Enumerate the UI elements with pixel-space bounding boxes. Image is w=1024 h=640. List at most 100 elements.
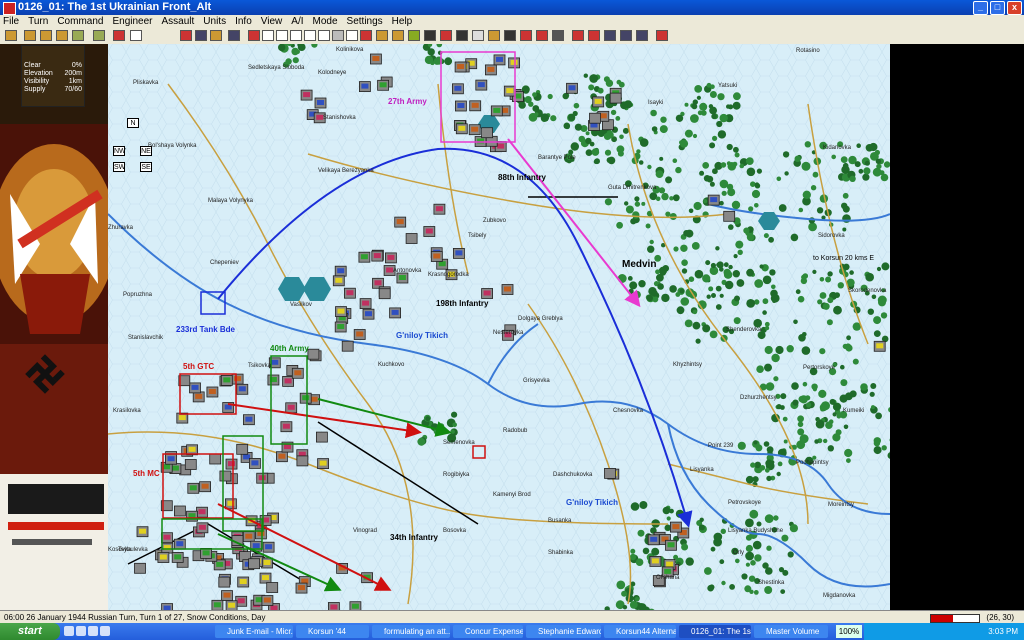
- unit-counter[interactable]: [430, 251, 443, 262]
- toolbar-button-icon[interactable]: [332, 30, 344, 41]
- game-map[interactable]: Sedletskaya Sloboda Pliskavka Stanishovka B…: [107, 32, 898, 626]
- unit-counter[interactable]: [209, 453, 222, 465]
- unit-counter[interactable]: [236, 443, 249, 455]
- unit-counter[interactable]: [300, 89, 313, 101]
- unit-counter[interactable]: [275, 451, 288, 463]
- unit-counter[interactable]: [295, 582, 308, 594]
- unit-counter[interactable]: [237, 576, 250, 588]
- unit-counter[interactable]: [592, 96, 605, 108]
- unit-counter[interactable]: [189, 382, 201, 394]
- unit-counter[interactable]: [484, 64, 497, 76]
- app-icon[interactable]: [3, 2, 16, 15]
- unit-counter[interactable]: [200, 547, 212, 559]
- unit-counter[interactable]: [358, 81, 371, 92]
- unit-counter[interactable]: [161, 542, 174, 554]
- menu-mode[interactable]: Mode: [313, 15, 338, 28]
- unit-counter[interactable]: [171, 551, 184, 563]
- toolbar-button-icon[interactable]: [72, 30, 84, 41]
- menu-engineer[interactable]: Engineer: [112, 15, 152, 28]
- unit-counter[interactable]: [262, 541, 275, 553]
- unit-counter[interactable]: [199, 481, 211, 493]
- unit-counter[interactable]: [332, 275, 345, 287]
- unit-counter[interactable]: [173, 538, 186, 550]
- toolbar-button-icon[interactable]: [24, 30, 36, 41]
- unit-counter[interactable]: [314, 97, 327, 109]
- unit-counter[interactable]: [508, 57, 521, 69]
- task-game-active[interactable]: 0126_01: The 1st...: [679, 625, 751, 638]
- toolbar-button-icon[interactable]: [376, 30, 388, 41]
- unit-counter[interactable]: [665, 539, 677, 551]
- unit-counter[interactable]: [423, 226, 436, 237]
- menu-command[interactable]: Command: [57, 15, 103, 28]
- unit-counter[interactable]: [389, 307, 402, 319]
- unit-counter[interactable]: [157, 552, 170, 563]
- toolbar-button-icon[interactable]: [440, 30, 452, 41]
- task-formulating[interactable]: formulating an att...: [372, 625, 450, 638]
- quick-launch-icon[interactable]: [100, 626, 110, 636]
- unit-counter[interactable]: [454, 100, 467, 112]
- unit-counter[interactable]: [503, 85, 516, 97]
- menu-assault[interactable]: Assault: [162, 15, 195, 28]
- toolbar-button-icon[interactable]: [130, 30, 142, 41]
- unit-counter[interactable]: [501, 284, 514, 295]
- menu-units[interactable]: Units: [203, 15, 226, 28]
- unit-counter[interactable]: [378, 288, 391, 300]
- start-button[interactable]: start: [0, 623, 60, 640]
- toolbar-button-icon[interactable]: [392, 30, 404, 41]
- toolbar-button-icon[interactable]: [552, 30, 564, 41]
- unit-counter[interactable]: [455, 123, 468, 135]
- unit-counter[interactable]: [291, 367, 304, 379]
- toolbar-button-icon[interactable]: [656, 30, 668, 41]
- unit-counter[interactable]: [670, 521, 682, 533]
- quick-launch-icon[interactable]: [88, 626, 98, 636]
- menu-file[interactable]: File: [3, 15, 19, 28]
- toolbar-button-icon[interactable]: [424, 30, 436, 41]
- unit-counter[interactable]: [225, 498, 237, 510]
- unit-counter[interactable]: [211, 599, 224, 611]
- unit-counter[interactable]: [649, 556, 662, 567]
- maximize-button[interactable]: □: [990, 1, 1005, 15]
- unit-counter[interactable]: [452, 247, 465, 259]
- unit-counter[interactable]: [225, 458, 238, 470]
- unit-counter[interactable]: [174, 505, 186, 517]
- task-korsun44-alt[interactable]: Korsun44 Alternat...: [604, 625, 676, 638]
- unit-counter[interactable]: [384, 252, 397, 264]
- unit-counter[interactable]: [261, 557, 273, 569]
- toolbar-button-icon[interactable]: [210, 30, 222, 41]
- toolbar-button-icon[interactable]: [360, 30, 372, 41]
- compass-sw-button[interactable]: SW: [113, 162, 125, 172]
- unit-counter[interactable]: [236, 383, 249, 395]
- unit-counter[interactable]: [261, 595, 274, 606]
- task-master-volume[interactable]: Master Volume: [754, 625, 828, 638]
- toolbar-button-icon[interactable]: [180, 30, 192, 41]
- unit-counter[interactable]: [307, 348, 320, 360]
- unit-counter[interactable]: [490, 105, 503, 117]
- toolbar-button-icon[interactable]: [5, 30, 17, 41]
- unit-counter[interactable]: [468, 124, 481, 136]
- toolbar-button-icon[interactable]: [536, 30, 548, 41]
- unit-counter[interactable]: [259, 572, 272, 584]
- unit-counter[interactable]: [481, 288, 494, 299]
- menu-help[interactable]: Help: [392, 15, 413, 28]
- unit-counter[interactable]: [299, 392, 312, 404]
- unit-counter[interactable]: [315, 431, 328, 443]
- map-canvas[interactable]: Sedletskaya Sloboda Pliskavka Stanishovka B…: [107, 32, 898, 626]
- unit-counter[interactable]: [343, 287, 356, 299]
- toolbar-button-icon[interactable]: [248, 30, 260, 41]
- menu-turn[interactable]: Turn: [28, 15, 48, 28]
- close-button[interactable]: x: [1007, 1, 1022, 15]
- unit-counter[interactable]: [469, 100, 482, 112]
- unit-counter[interactable]: [394, 216, 407, 228]
- unit-counter[interactable]: [242, 414, 255, 426]
- toolbar-button-icon[interactable]: [56, 30, 68, 41]
- unit-counter[interactable]: [317, 458, 330, 470]
- unit-counter[interactable]: [225, 600, 238, 612]
- unit-counter[interactable]: [481, 127, 494, 139]
- unit-counter[interactable]: [349, 601, 362, 613]
- unit-counter[interactable]: [218, 576, 231, 588]
- unit-counter[interactable]: [221, 590, 233, 601]
- toolbar-button-icon[interactable]: [228, 30, 240, 41]
- unit-counter[interactable]: [266, 582, 279, 593]
- unit-counter[interactable]: [369, 53, 382, 65]
- zoom-level[interactable]: 100%: [836, 625, 862, 638]
